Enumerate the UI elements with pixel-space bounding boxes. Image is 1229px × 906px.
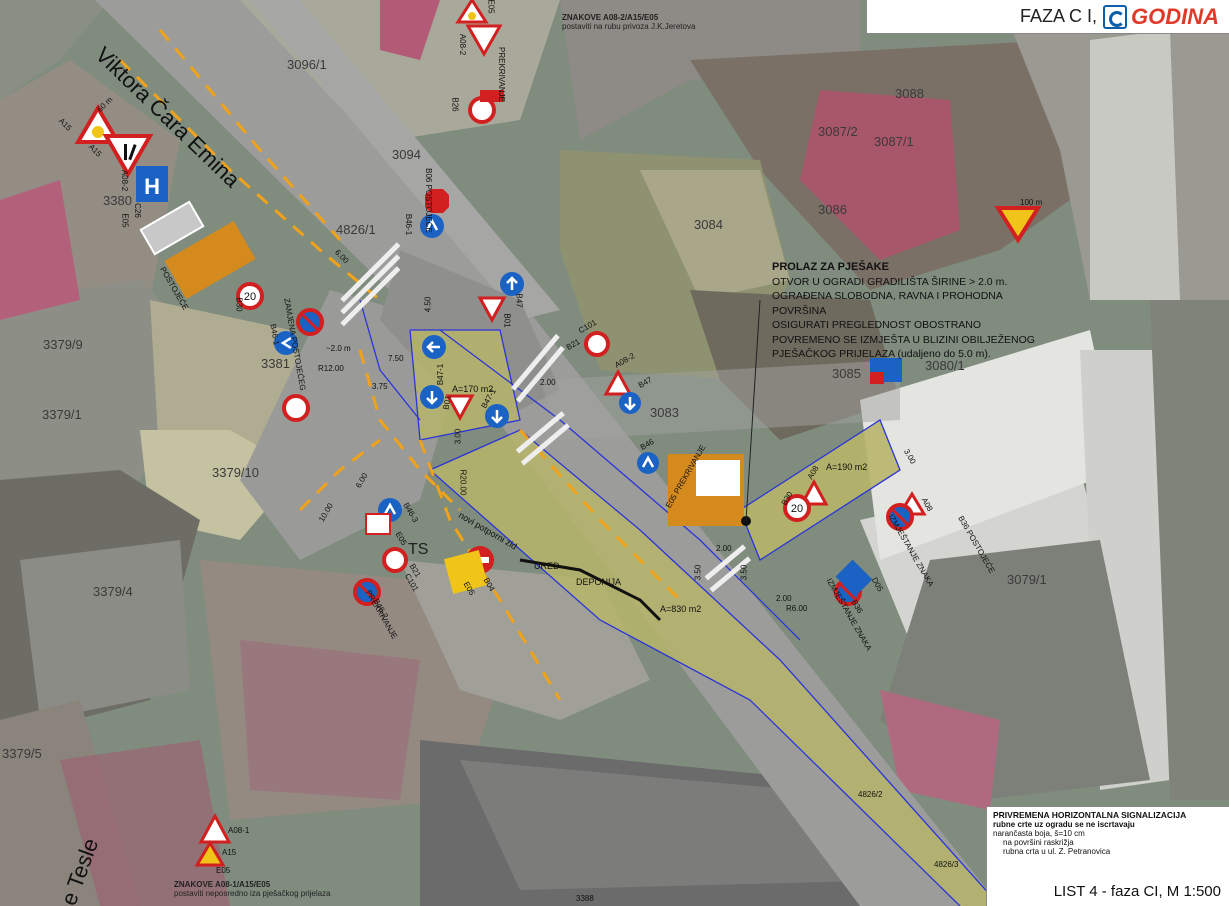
sign-code-label: B06 POSTOJEĆE: [423, 168, 433, 233]
area-label: A=190 m2: [826, 462, 868, 472]
parcel-label: 3380: [103, 193, 132, 208]
mandatory-sign-b46-right: [637, 452, 659, 474]
mandatory-sign-b47-down: [420, 385, 444, 409]
map-canvas[interactable]: 20 20 H FAZA C I, GODINA Viktora Čara Em…: [0, 0, 1229, 906]
parcel-label: 3084: [694, 217, 723, 232]
sign-note-bottom: ZNAKOVE A08-1/A15/E05 postaviti neposred…: [174, 880, 331, 898]
parcel-label: 3085: [832, 366, 861, 381]
mandatory-sign-b47-left: [422, 335, 446, 359]
dimension-label: R12.00: [318, 364, 344, 373]
parcel-label: 3096/1: [287, 57, 327, 72]
dimension-label: 2.00: [716, 544, 732, 553]
pedestrian-note-line: OGRAĐENA SLOBODNA, RAVNA I PROHODNA POVR…: [772, 290, 1003, 317]
svg-text:H: H: [144, 174, 160, 199]
depot-label: DEPONIJA: [576, 577, 622, 587]
sign-code-label: A08-2: [120, 169, 130, 192]
mandatory-sign-b47-right: [619, 392, 641, 414]
sign-code-label: B01: [502, 313, 512, 328]
sign-note-top-text: postaviti na rubu privoza J.K.Jeretova: [562, 22, 696, 31]
pedestrian-note-line: OSIGURATI PREGLEDNOST OBOSTRANO: [772, 319, 982, 331]
dimension-label: 7.50: [388, 354, 404, 363]
legend-line: rubne crte uz ogradu se ne iscrtavaju: [993, 820, 1135, 829]
roadwork-sign-left: [365, 513, 391, 535]
dimension-label: ~2.0 m: [326, 344, 351, 353]
parcel-label: 3379/5: [2, 746, 42, 761]
sign-code-label: PREKRIVANJE: [496, 47, 506, 102]
dimension-label: R20.00: [458, 469, 468, 496]
parcel-label: 3079/1: [1007, 572, 1047, 587]
parcel-label: 4826/3: [934, 860, 959, 869]
no-turn-sign: [584, 331, 610, 357]
dimension-label: 3.50: [693, 564, 703, 581]
sign-note-bottom-text: postaviti neposredno iza pješačkog prije…: [174, 889, 331, 898]
legend-title: PRIVREMENA HORIZONTALNA SIGNALIZACIJA: [993, 810, 1187, 820]
legend-item: rubna crta u ul. Z. Petranovica: [1003, 847, 1111, 856]
legend-box: PRIVREMENA HORIZONTALNA SIGNALIZACIJA ru…: [986, 806, 1229, 906]
hospital-sign: H: [136, 166, 168, 202]
svg-text:20: 20: [244, 291, 256, 303]
phase-label: FAZA C I,: [1019, 6, 1097, 26]
parcel-label: 3379/10: [212, 465, 259, 480]
pedestrian-note-line: POVREMENO SE IZMJEŠTA U BLIZINI OBILJEŽE…: [772, 333, 1035, 346]
parcel-label: 4826/1: [336, 222, 376, 237]
substation-label: TS: [408, 541, 429, 558]
parcel-label: 3388: [576, 894, 594, 903]
sign-code-label: B47-1: [436, 363, 446, 386]
parking-sign: [870, 358, 902, 384]
dimension-label: 3.50: [739, 564, 749, 581]
pedestrian-passage-note: PROLAZ ZA PJEŠAKE OTVOR U OGRADI GRADILI…: [772, 260, 1042, 362]
sign-code-label: E05: [120, 213, 130, 228]
sign-code-label: B47: [514, 293, 524, 308]
dimension-label: 2.00: [776, 594, 792, 603]
pedestrian-note-line: PJEŠAČKOG PRIJELAZA (udaljeno do 5.0 m).: [772, 348, 991, 360]
dimension-label: 2.00: [540, 378, 556, 387]
dimension-label: 3.75: [372, 382, 388, 391]
legend-line: narančasta boja, š=10 cm: [993, 829, 1085, 838]
no-parking-sign: [296, 308, 324, 336]
parcel-label: 3379/9: [43, 337, 83, 352]
sign-note-top-title: ZNAKOVE A08-2/A15/E05: [562, 13, 659, 22]
no-turn-sign-b: [282, 394, 310, 422]
no-turn-sign-c: [382, 547, 408, 573]
company-logo: GODINA: [1103, 4, 1219, 30]
sign-code-label: C26: [132, 203, 142, 218]
pedestrian-note-line: OTVOR U OGRADI GRADILIŠTA ŠIRINE > 2.0 m…: [772, 275, 1008, 288]
sign-code-label: B30: [234, 297, 244, 312]
dimension-label: R6.00: [786, 604, 808, 613]
sign-code-label: A15: [222, 848, 237, 857]
parcel-label: 3086: [818, 202, 847, 217]
parcel-label: 3379/4: [93, 584, 133, 599]
parcel-label: 3087/2: [818, 124, 858, 139]
parcel-label: 3381: [261, 356, 290, 371]
parcel-label: 3083: [650, 405, 679, 420]
sign-code-label: E05: [486, 0, 496, 14]
area-label: A=830 m2: [660, 604, 702, 614]
title-block: FAZA C I, GODINA: [866, 0, 1229, 34]
parcel-label: 3094: [392, 147, 421, 162]
pedestrian-note-title: PROLAZ ZA PJEŠAKE: [772, 261, 889, 273]
logo-mark-icon: [1103, 4, 1127, 29]
sign-note-bottom-title: ZNAKOVE A08-1/A15/E05: [174, 880, 271, 889]
sign-code-label: B46-1: [404, 213, 414, 236]
sign-code-label: A08-2: [458, 33, 468, 56]
sign-code-label: 100 m: [1020, 198, 1043, 207]
office-label: URED: [534, 561, 560, 571]
sign-code-label: A08-1: [228, 826, 250, 835]
sign-code-label: B26: [450, 97, 460, 112]
sheet-label: LIST 4 - faza CI, M 1:500: [1053, 883, 1221, 900]
dimension-label: 4.50: [423, 296, 433, 313]
parcel-label: 3088: [895, 86, 924, 101]
sign-note-top: ZNAKOVE A08-2/A15/E05 postaviti na rubu …: [562, 13, 695, 31]
parcel-label: 3087/1: [874, 134, 914, 149]
parcel-label: 3379/1: [42, 407, 82, 422]
sign-code-label: E05: [216, 866, 231, 875]
logo-text: GODINA: [1131, 3, 1219, 29]
svg-text:20: 20: [791, 503, 803, 515]
legend-item: na površini raskrižja: [1003, 838, 1074, 847]
parcel-label: 4826/2: [858, 790, 883, 799]
dimension-label: 3.00: [453, 428, 463, 445]
